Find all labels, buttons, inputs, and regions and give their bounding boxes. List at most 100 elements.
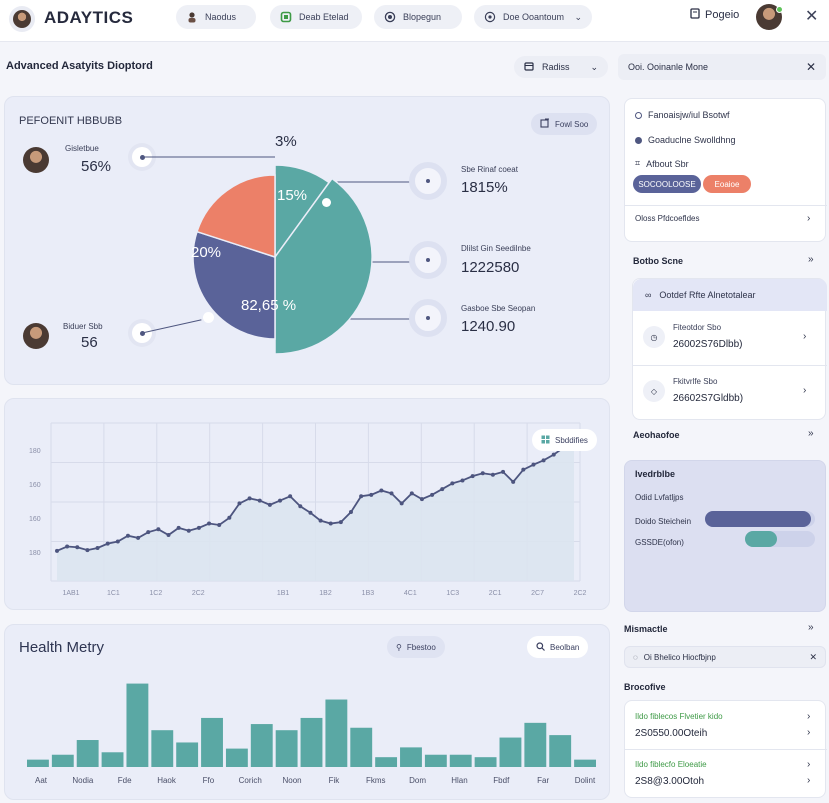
info-row[interactable]: Goaduclne Swolldhng <box>635 135 736 145</box>
data-point[interactable] <box>490 472 495 477</box>
highlight-row[interactable]: ∞ Ootdef Rfte Alnetotalear <box>633 279 827 311</box>
data-point[interactable] <box>237 501 242 506</box>
bar[interactable] <box>27 759 49 767</box>
data-point[interactable] <box>338 520 343 525</box>
data-point[interactable] <box>511 479 516 484</box>
footer-link[interactable]: Oloss Pfdcoefldes <box>635 214 699 223</box>
data-point[interactable] <box>460 478 465 483</box>
info-row[interactable]: ⌗ Afbout Sbr <box>635 158 689 169</box>
bar[interactable] <box>176 742 199 767</box>
list-item[interactable]: Ildo fiblecfo Eloeatie 2S8@3.00Otoh › › <box>625 750 827 798</box>
data-point[interactable] <box>480 471 485 476</box>
data-point[interactable] <box>318 518 323 523</box>
data-point[interactable] <box>551 452 556 457</box>
bar[interactable] <box>449 754 472 767</box>
data-point[interactable] <box>125 533 130 538</box>
data-point[interactable] <box>257 498 262 503</box>
bar[interactable] <box>574 759 596 767</box>
data-point[interactable] <box>369 492 374 497</box>
data-point[interactable] <box>450 481 455 486</box>
profile-button[interactable]: Pogeio <box>690 8 739 22</box>
bar[interactable] <box>524 722 547 767</box>
data-point[interactable] <box>95 545 100 550</box>
list-item[interactable]: Ildo fiblecos Flvetier kido 2S0550.00Ote… <box>625 701 827 749</box>
bar[interactable] <box>350 727 373 767</box>
radius-button[interactable]: Radiss ⌄ <box>514 56 608 78</box>
data-point[interactable] <box>470 474 475 479</box>
bar[interactable] <box>499 737 522 767</box>
list-item[interactable]: ◇ Fkitvrlfe Sbo 26602S7Gldbb) › <box>633 365 827 419</box>
data-point[interactable] <box>217 522 222 527</box>
data-point[interactable] <box>65 544 70 549</box>
data-point[interactable] <box>166 533 171 538</box>
data-point[interactable] <box>348 510 353 515</box>
data-point[interactable] <box>419 497 424 502</box>
data-point[interactable] <box>328 521 333 526</box>
bar[interactable] <box>549 735 572 767</box>
data-point[interactable] <box>207 521 212 526</box>
nav-item-blopegun[interactable]: Blopegun <box>374 5 462 29</box>
data-point[interactable] <box>278 498 283 503</box>
bar[interactable] <box>474 757 497 767</box>
search-field[interactable]: ✕ <box>618 54 826 80</box>
bar[interactable] <box>126 683 149 767</box>
data-point[interactable] <box>541 458 546 463</box>
data-point[interactable] <box>55 548 59 553</box>
data-point[interactable] <box>521 467 526 472</box>
data-point[interactable] <box>156 527 161 532</box>
data-point[interactable] <box>227 515 232 520</box>
bar[interactable] <box>51 754 74 767</box>
data-point[interactable] <box>399 501 404 506</box>
double-chevron-icon[interactable]: » <box>808 254 814 265</box>
data-point[interactable] <box>146 530 151 535</box>
bar[interactable] <box>300 717 323 767</box>
data-point[interactable] <box>359 494 364 499</box>
data-point[interactable] <box>85 548 90 553</box>
bar[interactable] <box>375 757 398 767</box>
data-point[interactable] <box>501 469 506 474</box>
data-point[interactable] <box>115 539 120 544</box>
data-point[interactable] <box>531 462 536 467</box>
search-input[interactable] <box>628 62 788 72</box>
data-point[interactable] <box>75 545 80 550</box>
double-chevron-icon[interactable]: » <box>808 622 814 633</box>
nav-item-naodus[interactable]: Naodus <box>176 5 256 29</box>
data-point[interactable] <box>136 535 141 540</box>
chevron-right-icon[interactable]: › <box>807 213 810 224</box>
data-point[interactable] <box>267 502 272 507</box>
tag-chip[interactable]: Eoaioe <box>703 175 751 193</box>
data-point[interactable] <box>379 488 384 493</box>
bar[interactable] <box>400 747 422 767</box>
data-point[interactable] <box>105 541 110 546</box>
double-chevron-icon[interactable]: » <box>808 428 814 439</box>
data-point[interactable] <box>430 492 435 497</box>
clear-icon[interactable]: ✕ <box>806 60 816 74</box>
data-point[interactable] <box>247 496 252 501</box>
data-point[interactable] <box>288 494 293 499</box>
list-item[interactable]: ◷ Fiteotdor Sbo 26002S76Dlbb) › <box>633 311 827 365</box>
data-point[interactable] <box>409 491 414 496</box>
data-point[interactable] <box>440 487 445 492</box>
tag-chip[interactable]: SOCOOLOOSE <box>633 175 701 193</box>
nav-item-deab-etelad[interactable]: Deab Etelad <box>270 5 362 29</box>
bar[interactable] <box>275 730 298 767</box>
nav-item-doe-ooantoum[interactable]: Doe Ooantoum ⌄ <box>474 5 592 29</box>
data-point[interactable] <box>186 528 191 533</box>
bar[interactable] <box>151 730 174 767</box>
bar[interactable] <box>76 740 99 767</box>
chart-badge[interactable]: Sbddifies <box>532 429 597 451</box>
bar[interactable] <box>325 699 348 767</box>
data-point[interactable] <box>196 525 201 530</box>
data-point[interactable] <box>308 510 313 515</box>
close-icon[interactable]: ✕ <box>805 6 818 26</box>
bar[interactable] <box>225 748 248 767</box>
bar[interactable] <box>424 754 447 767</box>
info-row[interactable]: Fanoaisjw/iul Bsotwf <box>635 110 730 120</box>
bar[interactable] <box>250 724 273 767</box>
bar[interactable] <box>101 752 124 767</box>
data-point[interactable] <box>176 525 181 530</box>
data-point[interactable] <box>389 491 394 496</box>
data-point[interactable] <box>298 504 303 509</box>
bar[interactable] <box>201 717 223 767</box>
mismatch-row[interactable]: ◌ Oi Bhelico Hiocfbjnp ✕ <box>624 646 826 668</box>
